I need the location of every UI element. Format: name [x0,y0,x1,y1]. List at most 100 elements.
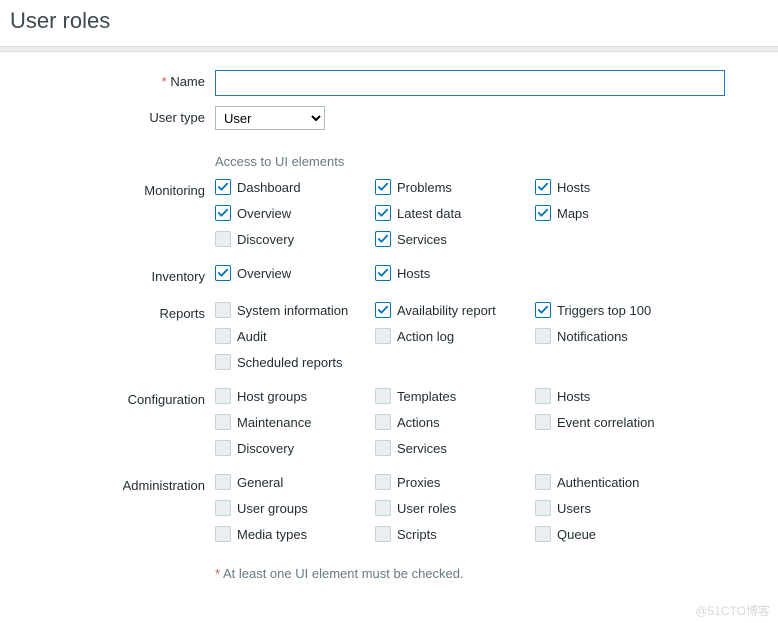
chk-inventory-hosts[interactable] [375,265,391,281]
chk-monitoring-dashboard[interactable] [215,179,231,195]
chk-config-hosts[interactable] [535,388,551,404]
chk-inventory-overview[interactable] [215,265,231,281]
chk-reports-scheduled-reports[interactable] [215,354,231,370]
chk-admin-general[interactable] [215,474,231,490]
chk-config-services-label: Services [397,441,447,456]
chk-reports-triggers-top-100[interactable] [535,302,551,318]
group-label-inventory: Inventory [20,265,215,284]
chk-admin-media-types[interactable] [215,526,231,542]
chk-monitoring-maps[interactable] [535,205,551,221]
chk-config-host-groups[interactable] [215,388,231,404]
chk-config-discovery-label: Discovery [237,441,294,456]
chk-config-templates-label: Templates [397,389,456,404]
chk-admin-users[interactable] [535,500,551,516]
chk-admin-users-item: Users [535,500,695,516]
group-label-reports: Reports [20,302,215,370]
chk-config-maintenance[interactable] [215,414,231,430]
chk-reports-audit-item: Audit [215,328,375,344]
chk-monitoring-problems-item: Problems [375,179,535,195]
chk-reports-triggers-top-100-label: Triggers top 100 [557,303,651,318]
chk-monitoring-discovery-item: Discovery [215,231,375,247]
chk-config-maintenance-label: Maintenance [237,415,311,430]
chk-config-actions[interactable] [375,414,391,430]
chk-reports-system-information-label: System information [237,303,348,318]
chk-monitoring-latest-data[interactable] [375,205,391,221]
chk-config-host-groups-item: Host groups [215,388,375,404]
page-title: User roles [0,0,778,46]
chk-config-hosts-item: Hosts [535,388,695,404]
chk-inventory-overview-label: Overview [237,266,291,281]
chk-admin-general-label: General [237,475,283,490]
chk-monitoring-maps-item: Maps [535,205,695,221]
form: * Name User type User Access to UI eleme… [0,52,778,601]
chk-monitoring-hosts-label: Hosts [557,180,590,195]
required-marker: * [162,74,171,89]
chk-monitoring-overview[interactable] [215,205,231,221]
chk-reports-availability-report[interactable] [375,302,391,318]
chk-monitoring-discovery[interactable] [215,231,231,247]
chk-reports-notifications-item: Notifications [535,328,695,344]
chk-config-maintenance-item: Maintenance [215,414,375,430]
chk-config-discovery-item: Discovery [215,440,375,456]
chk-inventory-hosts-item: Hosts [375,265,535,281]
chk-monitoring-services[interactable] [375,231,391,247]
chk-reports-audit[interactable] [215,328,231,344]
chk-reports-scheduled-reports-item: Scheduled reports [215,354,375,370]
chk-reports-system-information-item: System information [215,302,375,318]
chk-admin-media-types-label: Media types [237,527,307,542]
chk-monitoring-latest-data-item: Latest data [375,205,535,221]
chk-admin-proxies-item: Proxies [375,474,535,490]
section-title: Access to UI elements [215,140,758,179]
name-input[interactable] [215,70,725,96]
hint: * At least one UI element must be checke… [215,566,758,581]
user-type-select[interactable]: User [215,106,325,130]
chk-monitoring-dashboard-item: Dashboard [215,179,375,195]
chk-admin-users-label: Users [557,501,591,516]
chk-reports-availability-report-label: Availability report [397,303,496,318]
chk-reports-action-log[interactable] [375,328,391,344]
chk-config-host-groups-label: Host groups [237,389,307,404]
chk-admin-user-roles-item: User roles [375,500,535,516]
chk-monitoring-hosts[interactable] [535,179,551,195]
chk-reports-notifications[interactable] [535,328,551,344]
chk-config-templates[interactable] [375,388,391,404]
chk-monitoring-problems-label: Problems [397,180,452,195]
chk-monitoring-maps-label: Maps [557,206,589,221]
chk-admin-user-roles-label: User roles [397,501,456,516]
chk-reports-action-log-label: Action log [397,329,454,344]
chk-config-actions-item: Actions [375,414,535,430]
chk-monitoring-overview-label: Overview [237,206,291,221]
chk-monitoring-discovery-label: Discovery [237,232,294,247]
chk-admin-user-roles[interactable] [375,500,391,516]
chk-reports-triggers-top-100-item: Triggers top 100 [535,302,695,318]
chk-admin-scripts[interactable] [375,526,391,542]
name-label: * Name [20,70,215,96]
chk-monitoring-services-item: Services [375,231,535,247]
chk-admin-queue[interactable] [535,526,551,542]
chk-reports-availability-report-item: Availability report [375,302,535,318]
chk-config-event-correlation-item: Event correlation [535,414,695,430]
chk-config-discovery[interactable] [215,440,231,456]
chk-admin-user-groups[interactable] [215,500,231,516]
chk-admin-authentication[interactable] [535,474,551,490]
chk-monitoring-overview-item: Overview [215,205,375,221]
chk-inventory-hosts-label: Hosts [397,266,430,281]
chk-monitoring-problems[interactable] [375,179,391,195]
chk-reports-action-log-item: Action log [375,328,535,344]
chk-config-event-correlation[interactable] [535,414,551,430]
watermark: @51CTO博客 [695,602,770,619]
chk-config-services[interactable] [375,440,391,456]
chk-admin-user-groups-item: User groups [215,500,375,516]
chk-admin-authentication-label: Authentication [557,475,639,490]
chk-admin-authentication-item: Authentication [535,474,695,490]
chk-monitoring-latest-data-label: Latest data [397,206,461,221]
chk-config-actions-label: Actions [397,415,440,430]
chk-admin-proxies[interactable] [375,474,391,490]
group-label-configuration: Configuration [20,388,215,456]
chk-reports-scheduled-reports-label: Scheduled reports [237,355,343,370]
chk-reports-system-information[interactable] [215,302,231,318]
chk-admin-queue-label: Queue [557,527,596,542]
chk-admin-scripts-item: Scripts [375,526,535,542]
chk-admin-general-item: General [215,474,375,490]
group-label-monitoring: Monitoring [20,179,215,247]
